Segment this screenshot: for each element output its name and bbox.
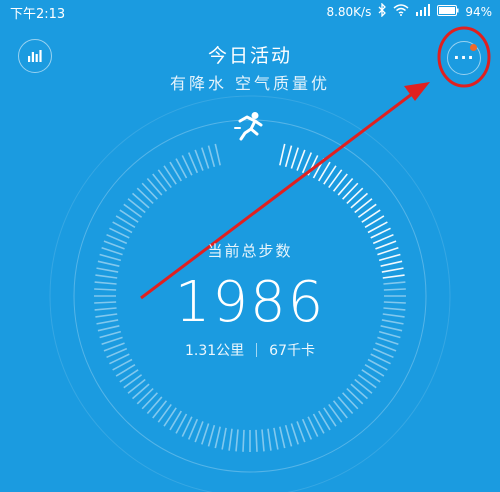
ring-tick-empty <box>152 173 168 192</box>
ring-tick-empty <box>207 424 216 447</box>
ring-tick-empty <box>296 421 306 443</box>
ring-tick-empty <box>131 192 150 209</box>
ring-tick-empty <box>342 392 359 410</box>
ring-tick-empty <box>127 378 146 394</box>
ring-tick-empty <box>273 427 279 450</box>
ring-tick-empty <box>136 388 154 405</box>
step-count: 1986 <box>174 270 326 335</box>
ring-tick-empty <box>152 400 168 419</box>
ring-tick-empty <box>141 182 158 200</box>
ring-tick-empty <box>131 383 150 400</box>
ring-tick-empty <box>350 383 369 400</box>
ring-tick-filled <box>290 147 299 169</box>
ring-tick-empty <box>255 429 258 452</box>
ring-tick-empty <box>146 177 163 196</box>
ring-tick-empty <box>261 429 265 452</box>
ring-tick-empty <box>279 426 286 449</box>
ring-tick-empty <box>146 396 163 415</box>
ring-tick-empty <box>290 423 299 445</box>
ring-tick-empty <box>354 378 373 394</box>
ring-tick-filled <box>296 149 306 171</box>
ring-tick-filled <box>380 260 403 267</box>
ring-tick-filled <box>354 198 373 214</box>
ring-tick-filled <box>342 182 359 200</box>
ring-tick-empty <box>284 424 293 447</box>
distance-value: 1.31公里 <box>185 343 245 359</box>
annotation-arrow-line <box>140 92 413 300</box>
ring-tick-empty <box>201 423 210 445</box>
ring-tick-empty <box>207 145 216 168</box>
ring-tick-empty <box>267 428 272 451</box>
ring-tick-filled <box>332 173 348 192</box>
ring-tick-empty <box>242 429 245 452</box>
runner-icon <box>234 112 263 141</box>
ring-tick-empty <box>194 149 204 171</box>
total-steps-label: 当前总步数 <box>207 242 293 260</box>
ring-tick-empty <box>136 187 154 204</box>
ring-tick-empty <box>235 429 239 452</box>
ring-tick-empty <box>228 428 233 451</box>
sub-stats: 1.31公里 67千卡 <box>0 340 500 360</box>
ring-tick-empty <box>127 198 146 214</box>
ring-tick-filled <box>337 177 354 196</box>
ring-tick-filled <box>279 143 286 166</box>
stats-divider <box>256 343 258 357</box>
ring-tick-empty <box>97 260 120 267</box>
ring-tick-empty <box>194 421 204 443</box>
ring-tick-filled <box>346 187 364 204</box>
annotation-circle <box>437 26 491 88</box>
calories-value: 67千卡 <box>269 343 315 359</box>
ring-tick-filled <box>350 192 369 209</box>
ring-tick-empty <box>221 427 227 450</box>
ring-tick-empty <box>332 400 348 419</box>
ring-tick-filled <box>284 145 293 168</box>
ring-tick-empty <box>214 426 221 449</box>
ring-tick-empty <box>337 396 354 415</box>
ring-tick-empty <box>141 392 158 410</box>
ring-tick-empty <box>346 388 364 405</box>
ring-tick-empty <box>201 147 210 169</box>
ring-tick-empty <box>214 143 221 166</box>
